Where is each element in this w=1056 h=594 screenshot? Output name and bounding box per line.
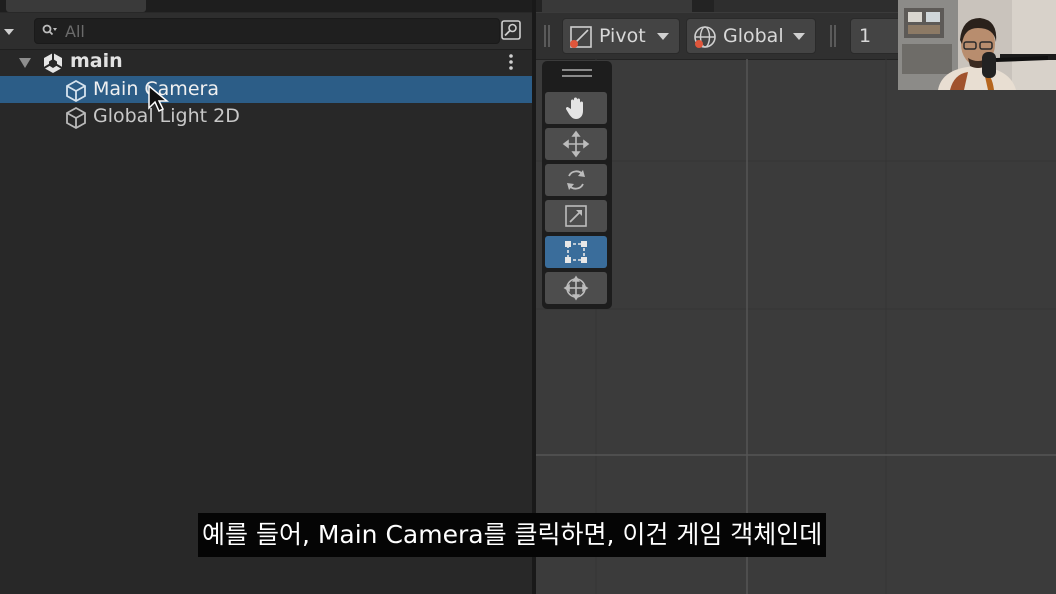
rotate-icon xyxy=(567,170,585,190)
scale-tool-button[interactable] xyxy=(545,200,607,232)
gameobject-cube-icon xyxy=(66,106,86,130)
toolbar-grip-icon[interactable] xyxy=(830,25,836,47)
hierarchy-search-input[interactable] xyxy=(65,20,485,42)
pivot-label: Pivot xyxy=(599,25,646,47)
globe-icon xyxy=(694,26,716,48)
game-tab[interactable] xyxy=(714,0,914,12)
scene-name-label: main xyxy=(70,50,123,72)
video-subtitle: 예를 들어, Main Camera를 클릭하면, 이건 게임 객체인데 xyxy=(198,513,827,557)
hierarchy-search-box[interactable] xyxy=(34,18,500,44)
scale-icon xyxy=(565,205,587,227)
rect-transform-icon xyxy=(565,241,587,263)
foldout-arrow-icon[interactable] xyxy=(18,57,32,69)
chevron-down-icon xyxy=(657,33,669,40)
rect-tool-button[interactable] xyxy=(545,236,607,268)
grid-snap-value: 1 xyxy=(859,25,872,47)
scene-root-row[interactable]: main xyxy=(0,48,532,75)
hierarchy-item-global-light-2d[interactable]: Global Light 2D xyxy=(0,103,532,130)
tool-palette xyxy=(542,61,612,309)
move-tool-button[interactable] xyxy=(545,128,607,160)
transform-tool-button[interactable] xyxy=(545,272,607,304)
chevron-down-icon xyxy=(793,33,805,40)
hand-icon xyxy=(565,97,583,119)
rotate-tool-button[interactable] xyxy=(545,164,607,196)
hierarchy-tab[interactable] xyxy=(6,0,146,12)
gameobject-cube-icon xyxy=(66,79,86,103)
global-toggle-button[interactable]: Global xyxy=(686,18,816,54)
hierarchy-toolbar xyxy=(0,13,532,50)
toolbar-grip-icon[interactable] xyxy=(544,25,550,47)
search-icon xyxy=(42,24,57,36)
hierarchy-panel: main Main Camera Global Light 2D xyxy=(0,0,532,594)
mouse-cursor-icon xyxy=(148,84,169,113)
hand-tool-button[interactable] xyxy=(545,92,607,124)
kebab-menu-icon[interactable] xyxy=(506,52,516,72)
scene-search-icon[interactable] xyxy=(500,19,522,41)
scene-tab[interactable] xyxy=(542,0,692,12)
palette-drag-handle[interactable] xyxy=(562,69,592,77)
hierarchy-item-main-camera[interactable]: Main Camera xyxy=(0,76,532,103)
create-dropdown-icon[interactable] xyxy=(2,23,16,39)
hierarchy-tab-strip xyxy=(0,0,532,12)
unity-scene-icon xyxy=(43,53,63,73)
global-label: Global xyxy=(723,25,784,47)
move-arrows-icon xyxy=(562,130,590,158)
pivot-toggle-button[interactable]: Pivot xyxy=(562,18,680,54)
transform-icon xyxy=(563,275,589,301)
pivot-icon xyxy=(570,26,592,48)
presenter-video-image xyxy=(898,0,1056,90)
webcam-overlay xyxy=(898,0,1056,90)
